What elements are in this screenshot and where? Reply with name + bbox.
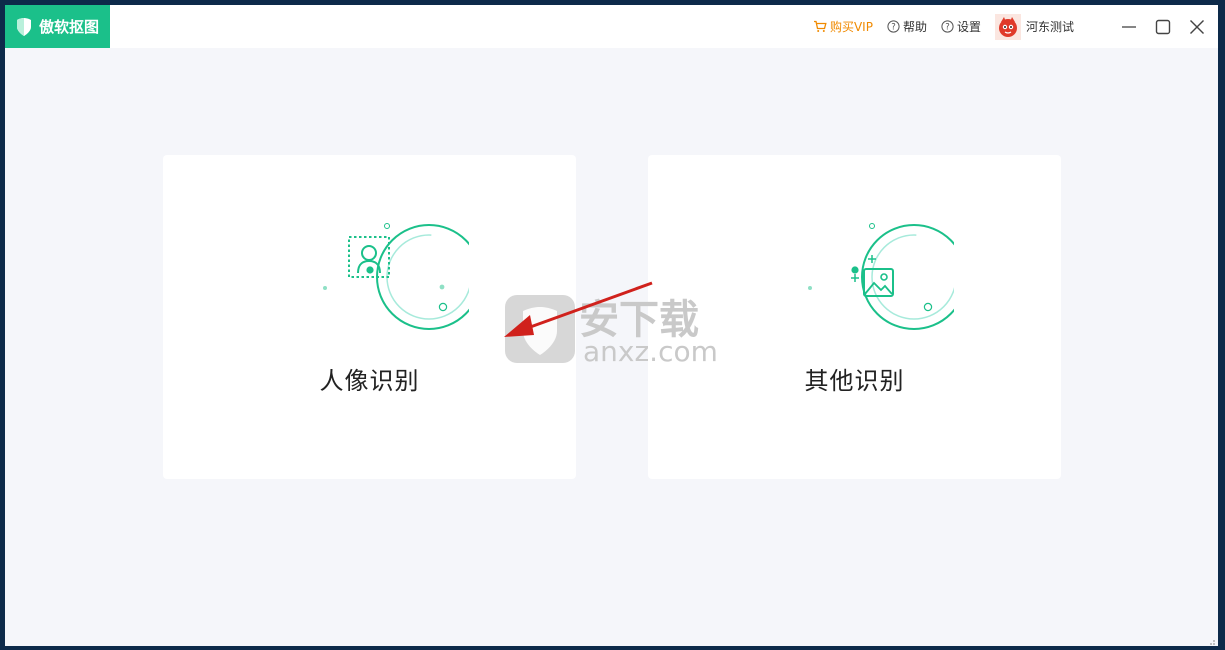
app-title: 傲软抠图 <box>39 18 100 36</box>
app-logo: 傲软抠图 <box>5 5 110 48</box>
buy-vip-label: 购买VIP <box>829 20 873 34</box>
title-bar: 傲软抠图 购买VIP ? 帮助 ? 设置 河东测试 <box>5 5 1218 48</box>
other-recognition-label: 其他识别 <box>804 367 905 395</box>
buy-vip-button[interactable]: 购买VIP <box>813 18 873 35</box>
svg-text:?: ? <box>891 23 896 33</box>
avatar <box>994 13 1021 40</box>
minimize-button[interactable] <box>1112 5 1146 48</box>
user-account[interactable]: 河东测试 <box>994 13 1074 40</box>
resize-grip-icon[interactable] <box>1206 634 1216 645</box>
portrait-frame-icon <box>337 225 401 289</box>
close-icon <box>1189 19 1205 35</box>
picture-icon <box>848 253 908 305</box>
app-window: 傲软抠图 购买VIP ? 帮助 ? 设置 河东测试 人像识别 其他识别 安下载 … <box>5 5 1218 646</box>
username: 河东测试 <box>1025 20 1074 34</box>
portrait-recognition-card[interactable]: 人像识别 <box>163 155 576 479</box>
question-circle-icon: ? <box>887 20 900 33</box>
minimize-icon <box>1121 19 1137 35</box>
help-label: 帮助 <box>902 20 927 34</box>
settings-label: 设置 <box>956 20 981 34</box>
cart-icon <box>813 20 827 33</box>
help-button[interactable]: ? 帮助 <box>887 18 927 35</box>
close-button[interactable] <box>1180 5 1214 48</box>
question-circle-icon: ? <box>941 20 954 33</box>
top-actions: 购买VIP ? 帮助 ? 设置 河东测试 <box>813 5 1218 48</box>
maximize-icon <box>1155 19 1171 35</box>
svg-text:?: ? <box>945 23 950 33</box>
other-recognition-card[interactable]: 其他识别 <box>648 155 1061 479</box>
portrait-recognition-label: 人像识别 <box>319 367 420 395</box>
settings-button[interactable]: ? 设置 <box>941 18 981 35</box>
shield-logo-icon <box>15 17 33 37</box>
maximize-button[interactable] <box>1146 5 1180 48</box>
